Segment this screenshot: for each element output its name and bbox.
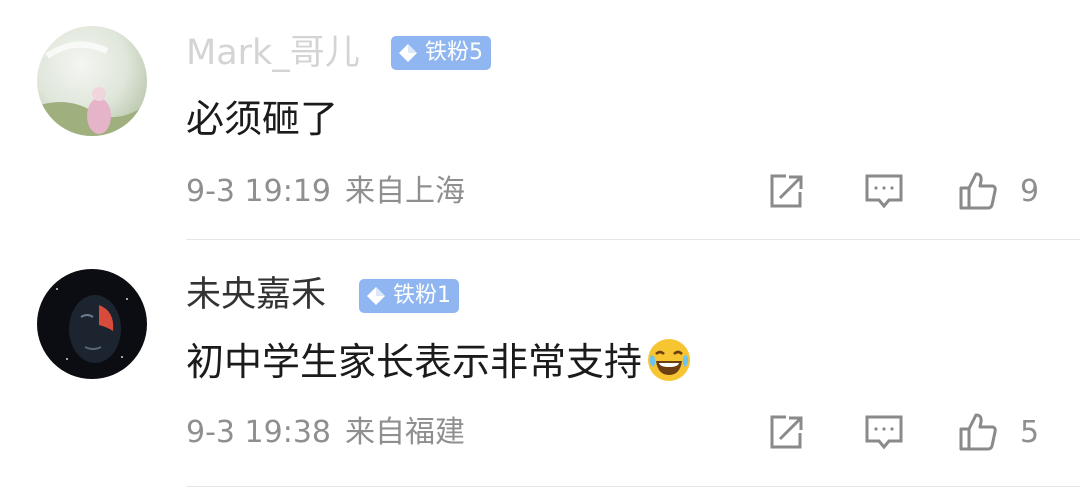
- timestamp: 9-3 19:38: [186, 415, 331, 450]
- location: 来自上海: [345, 174, 465, 209]
- badge-label: 铁粉5: [425, 40, 483, 65]
- username[interactable]: 未央嘉禾: [186, 275, 326, 315]
- comment-item: 未央嘉禾 铁粉1 初中学生家长表示非常支持 9-3 19:38 来自福建 5: [0, 245, 1080, 490]
- fan-badge[interactable]: 铁粉5: [391, 36, 491, 70]
- reply-button[interactable]: [864, 412, 904, 452]
- like-count: 5: [1020, 415, 1040, 450]
- comment-icon: [865, 174, 903, 209]
- laughing-tears-emoji: [648, 339, 691, 381]
- share-icon: [770, 174, 803, 208]
- diamond-icon: [399, 44, 417, 62]
- reply-button[interactable]: [864, 171, 904, 211]
- share-icon: [770, 415, 803, 449]
- avatar[interactable]: [37, 269, 147, 379]
- share-button[interactable]: [766, 412, 806, 452]
- comment-meta: 9-3 19:38 来自福建: [186, 415, 465, 451]
- fan-badge[interactable]: 铁粉1: [359, 279, 459, 313]
- avatar[interactable]: [37, 26, 147, 136]
- comment-text: 初中学生家长表示非常支持: [186, 337, 692, 385]
- comment-meta: 9-3 19:19 来自上海: [186, 174, 465, 210]
- username[interactable]: Mark_哥儿: [186, 33, 360, 73]
- thumbs-up-icon: [959, 172, 997, 210]
- share-button[interactable]: [766, 171, 806, 211]
- like-count: 9: [1020, 174, 1040, 209]
- like-button[interactable]: [958, 171, 998, 211]
- comment-icon: [865, 415, 903, 450]
- badge-label: 铁粉1: [393, 283, 451, 308]
- like-button[interactable]: [958, 412, 998, 452]
- timestamp: 9-3 19:19: [186, 174, 331, 209]
- location: 来自福建: [345, 415, 465, 450]
- diamond-icon: [367, 287, 385, 305]
- divider: [186, 486, 1080, 487]
- divider: [186, 239, 1080, 240]
- comment-item: Mark_哥儿 铁粉5 必须砸了 9-3 19:19 来自上海 9: [0, 0, 1080, 245]
- thumbs-up-icon: [959, 413, 997, 451]
- comment-text-body: 初中学生家长表示非常支持: [186, 340, 643, 384]
- comment-text: 必须砸了: [186, 97, 339, 141]
